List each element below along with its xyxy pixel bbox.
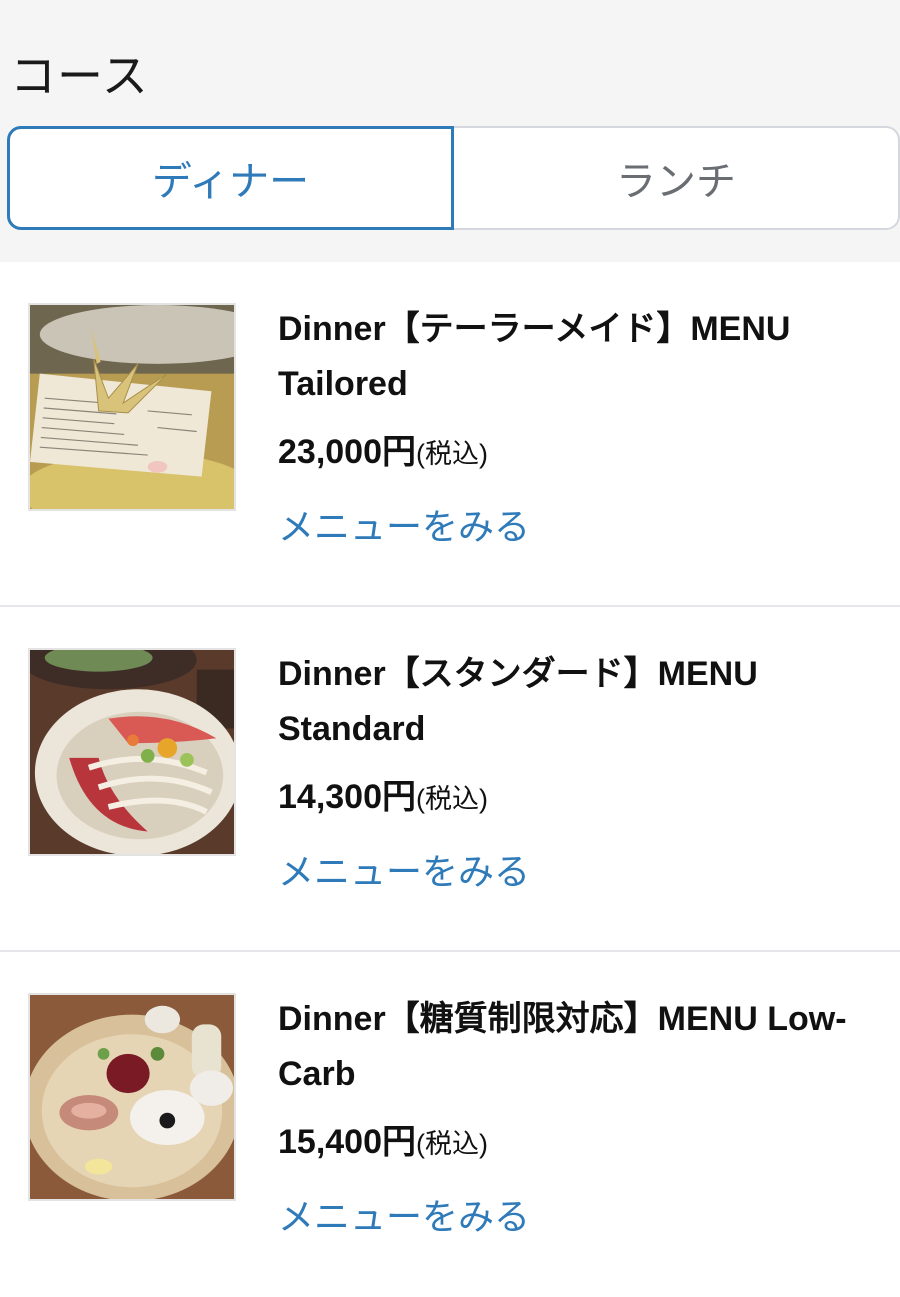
- page-title: コース: [10, 49, 149, 103]
- course-tabs: ディナー ランチ: [7, 126, 900, 230]
- course-item: Dinner【糖質制限対応】MENU Low-Carb 15,400円(税込) …: [0, 952, 900, 1297]
- course-header-area: コース ディナー ランチ: [0, 0, 900, 262]
- tab-lunch[interactable]: ランチ: [454, 126, 900, 230]
- course-info: Dinner【糖質制限対応】MENU Low-Carb 15,400円(税込) …: [278, 992, 878, 1240]
- course-price: 15,400円(税込): [278, 1122, 878, 1164]
- view-menu-link[interactable]: メニューをみる: [278, 851, 530, 895]
- view-menu-link[interactable]: メニューをみる: [278, 1196, 530, 1240]
- course-item: Dinner【スタンダード】MENU Standard 14,300円(税込) …: [0, 607, 900, 952]
- tab-dinner[interactable]: ディナー: [7, 126, 454, 230]
- course-price: 14,300円(税込): [278, 777, 878, 819]
- price-amount: 15,400円: [278, 1123, 416, 1161]
- course-price: 23,000円(税込): [278, 432, 878, 474]
- paper-crane-menu-photo: [30, 305, 234, 509]
- price-amount: 14,300円: [278, 778, 416, 816]
- view-menu-link[interactable]: メニューをみる: [278, 506, 530, 550]
- course-photo-appetizer-plate[interactable]: [28, 993, 236, 1201]
- course-title[interactable]: Dinner【スタンダード】MENU Standard: [278, 647, 878, 757]
- course-title[interactable]: Dinner【糖質制限対応】MENU Low-Carb: [278, 992, 878, 1102]
- tuna-salad-bowl-photo: [30, 650, 234, 854]
- tax-label: (税込): [416, 784, 488, 814]
- appetizer-plate-photo: [30, 995, 234, 1199]
- course-photo-tuna-bowl[interactable]: [28, 648, 236, 856]
- course-photo-paper-crane[interactable]: [28, 303, 236, 511]
- tax-label: (税込): [416, 1129, 488, 1159]
- course-list: Dinner【テーラーメイド】MENU Tailored 23,000円(税込)…: [0, 262, 900, 1297]
- course-item: Dinner【テーラーメイド】MENU Tailored 23,000円(税込)…: [0, 262, 900, 607]
- price-amount: 23,000円: [278, 433, 416, 471]
- course-info: Dinner【スタンダード】MENU Standard 14,300円(税込) …: [278, 647, 878, 895]
- course-title[interactable]: Dinner【テーラーメイド】MENU Tailored: [278, 302, 878, 412]
- tax-label: (税込): [416, 439, 488, 469]
- course-info: Dinner【テーラーメイド】MENU Tailored 23,000円(税込)…: [278, 302, 878, 550]
